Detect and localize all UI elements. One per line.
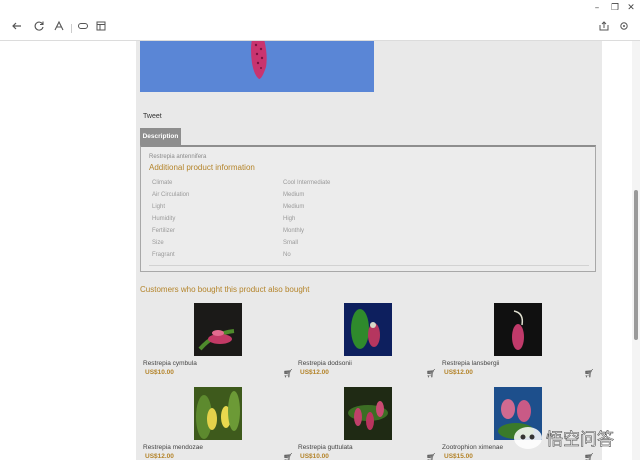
attribute-key: Fragrant [152,252,175,258]
attribute-value: Monthly [283,228,305,234]
related-product-card[interactable]: Restrepia dodsonii US$12.00 🛒︎ [295,303,447,383]
attribute-value: Small [283,240,299,246]
attribute-key: Humidity [152,216,176,222]
right-margin [602,41,632,460]
attribute-value: Cool Intermediate [283,180,331,186]
left-margin [0,41,136,460]
additional-info-title: Additional product information [149,163,255,172]
related-product-name[interactable]: Restrepia cymbula [143,360,197,367]
related-product-name[interactable]: Restrepia guttulata [298,444,353,451]
attribute-key: Air Circulation [152,192,190,198]
product-thumbnail[interactable] [344,303,392,356]
product-thumbnail[interactable] [194,387,242,440]
product-name: Restrepia antennifera [149,154,207,160]
attribute-value: Medium [283,192,305,198]
wukong-watermark-logo: 悟空问答 [510,424,638,452]
product-thumbnail[interactable] [494,303,542,356]
toolbar-divider [71,24,72,33]
main-product-image[interactable] [140,41,374,92]
related-product-price: US$12.00 [300,369,329,376]
attribute-row: Humidity High [152,216,582,226]
divider [149,265,589,266]
add-to-cart-icon[interactable]: 🛒︎ [283,453,293,460]
related-product-name[interactable]: Restrepia dodsonii [298,360,352,367]
add-to-cart-icon[interactable]: 🛒︎ [283,369,293,379]
scrollbar-thumb[interactable] [634,190,638,340]
also-bought-title: Customers who bought this product also b… [140,285,310,294]
attribute-row: Air Circulation Medium [152,192,582,202]
related-product-name[interactable]: Restrepia mendozae [143,444,203,451]
share-icon[interactable] [596,20,612,36]
attribute-value: High [283,216,296,222]
attribute-value: Medium [283,204,305,210]
attribute-row: Climate Cool Intermediate [152,180,582,190]
watermark-text: 悟空问答 [546,430,614,450]
page-content: Tweet Description Restrepia antennifera … [136,41,602,460]
attribute-key: Fertilizer [152,228,176,234]
product-thumbnail[interactable] [194,303,242,356]
related-product-price: US$12.00 [444,369,473,376]
refresh-icon[interactable] [31,20,47,36]
related-product-price: US$15.00 [444,453,473,460]
close-button[interactable]: ✕ [625,3,637,13]
tweet-link[interactable]: Tweet [143,113,162,120]
attribute-value: No [283,252,291,258]
attribute-key: Climate [152,180,173,186]
browser-toolbar [0,16,640,41]
attribute-key: Size [152,240,164,246]
product-thumbnail[interactable] [344,387,392,440]
read-aloud-icon[interactable] [75,20,91,36]
related-product-card[interactable]: Restrepia mendozae US$12.00 🛒︎ [140,387,293,460]
related-product-name[interactable]: Zootrophion ximenae [442,444,503,451]
description-panel: Restrepia antennifera Additional product… [140,145,596,272]
attribute-row: Fragrant No [152,252,582,262]
related-product-card[interactable]: Restrepia cymbula US$10.00 🛒︎ [140,303,293,383]
maximize-button[interactable]: ❐ [609,3,621,13]
related-product-price: US$12.00 [145,453,174,460]
related-product-name[interactable]: Restrepia lansbergii [442,360,499,367]
tab-description[interactable]: Description [140,128,181,145]
back-arrow-icon[interactable] [9,20,25,36]
minimize-button[interactable]: – [591,3,603,13]
settings-icon[interactable] [616,20,632,36]
text-size-icon[interactable] [51,20,67,36]
add-to-cart-icon[interactable]: 🛒︎ [584,453,594,460]
add-to-cart-icon[interactable]: 🛒︎ [426,453,436,460]
title-bar: – ❐ ✕ [0,0,640,16]
related-product-price: US$10.00 [300,453,329,460]
attribute-row: Light Medium [152,204,582,214]
attribute-key: Light [152,204,166,210]
reading-view-icon[interactable] [93,20,109,36]
related-product-card[interactable]: Restrepia lansbergii US$12.00 🛒︎ [439,303,594,383]
attribute-row: Fertilizer Monthly [152,228,582,238]
attribute-row: Size Small [152,240,582,250]
related-product-price: US$10.00 [145,369,174,376]
related-product-card[interactable]: Restrepia guttulata US$10.00 🛒︎ [295,387,447,460]
add-to-cart-icon[interactable]: 🛒︎ [584,369,594,379]
add-to-cart-icon[interactable]: 🛒︎ [426,369,436,379]
